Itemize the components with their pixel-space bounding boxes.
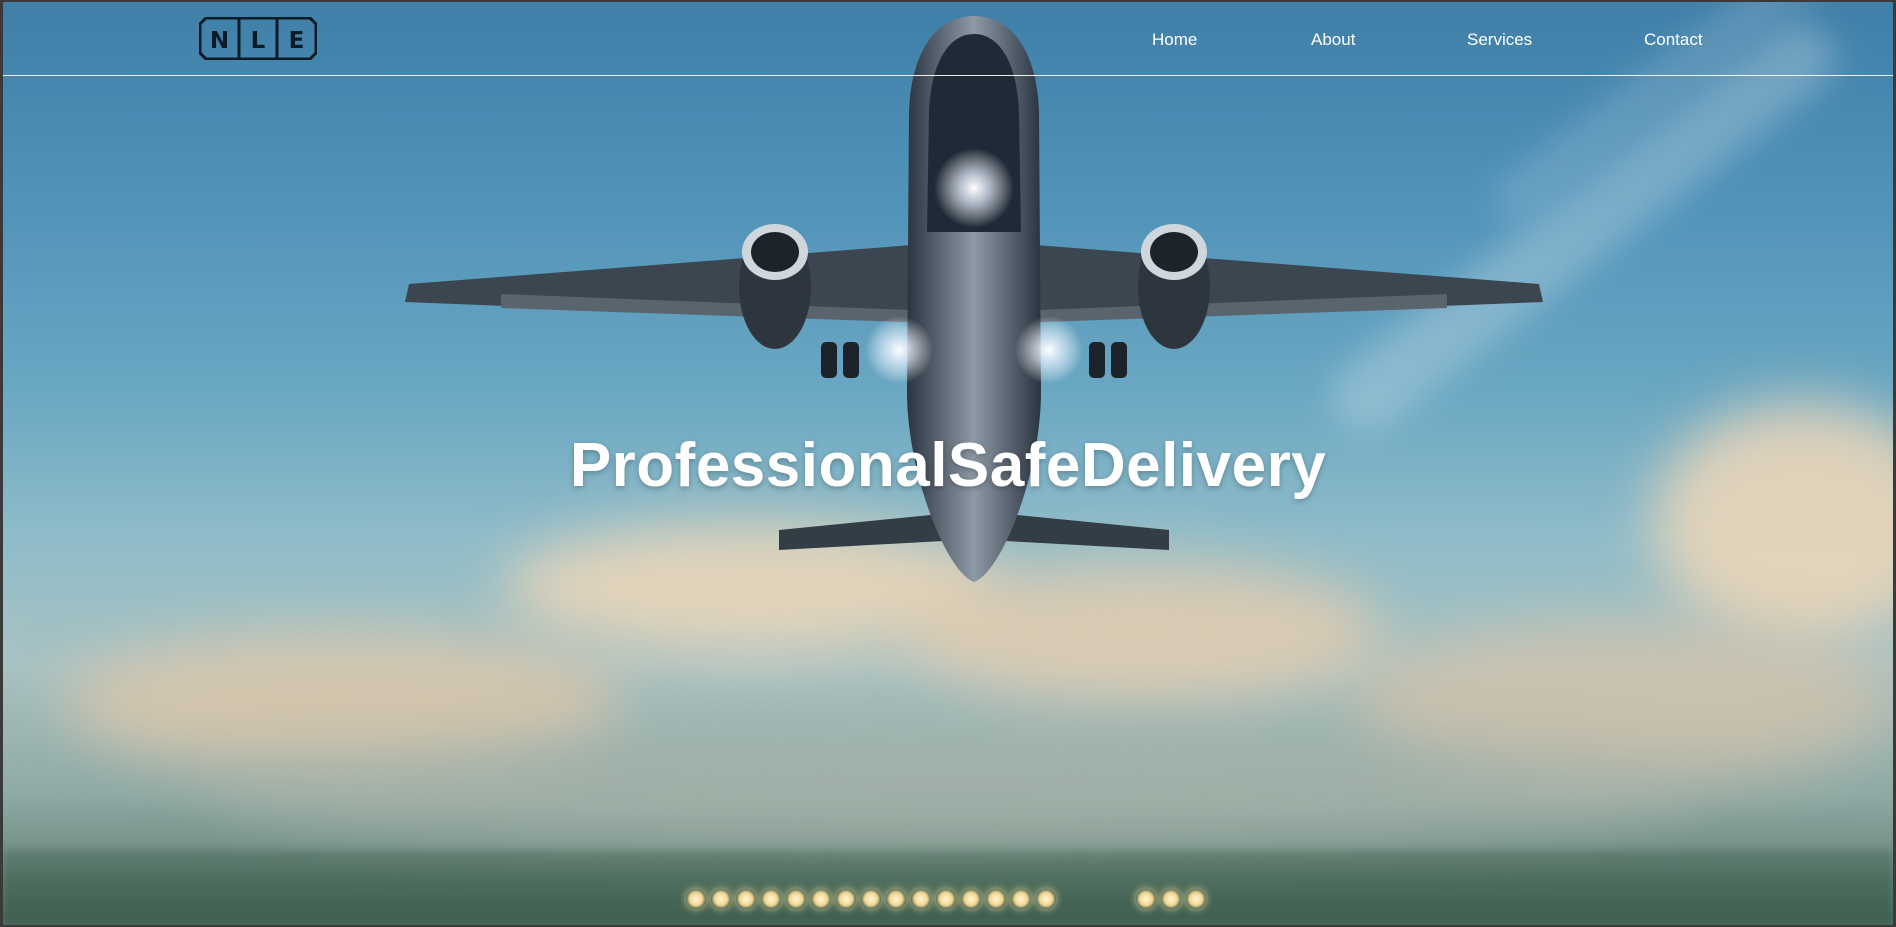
cloud — [203, 732, 1703, 852]
nav-link-contact[interactable]: Contact — [1644, 30, 1703, 50]
nav-link-home[interactable]: Home — [1152, 30, 1197, 50]
airplane-image — [405, 16, 1543, 582]
top-navbar: N L E Home About Services Contact — [3, 2, 1893, 76]
nav-link-services[interactable]: Services — [1467, 30, 1532, 50]
hero-section: N L E Home About Services Contact Profes… — [3, 2, 1893, 925]
nav-menu: Home About Services Contact — [3, 30, 1893, 52]
hero-title: ProfessionalSafeDelivery — [569, 431, 1327, 500]
nav-link-about[interactable]: About — [1311, 30, 1355, 50]
runway-lights — [678, 879, 1238, 919]
